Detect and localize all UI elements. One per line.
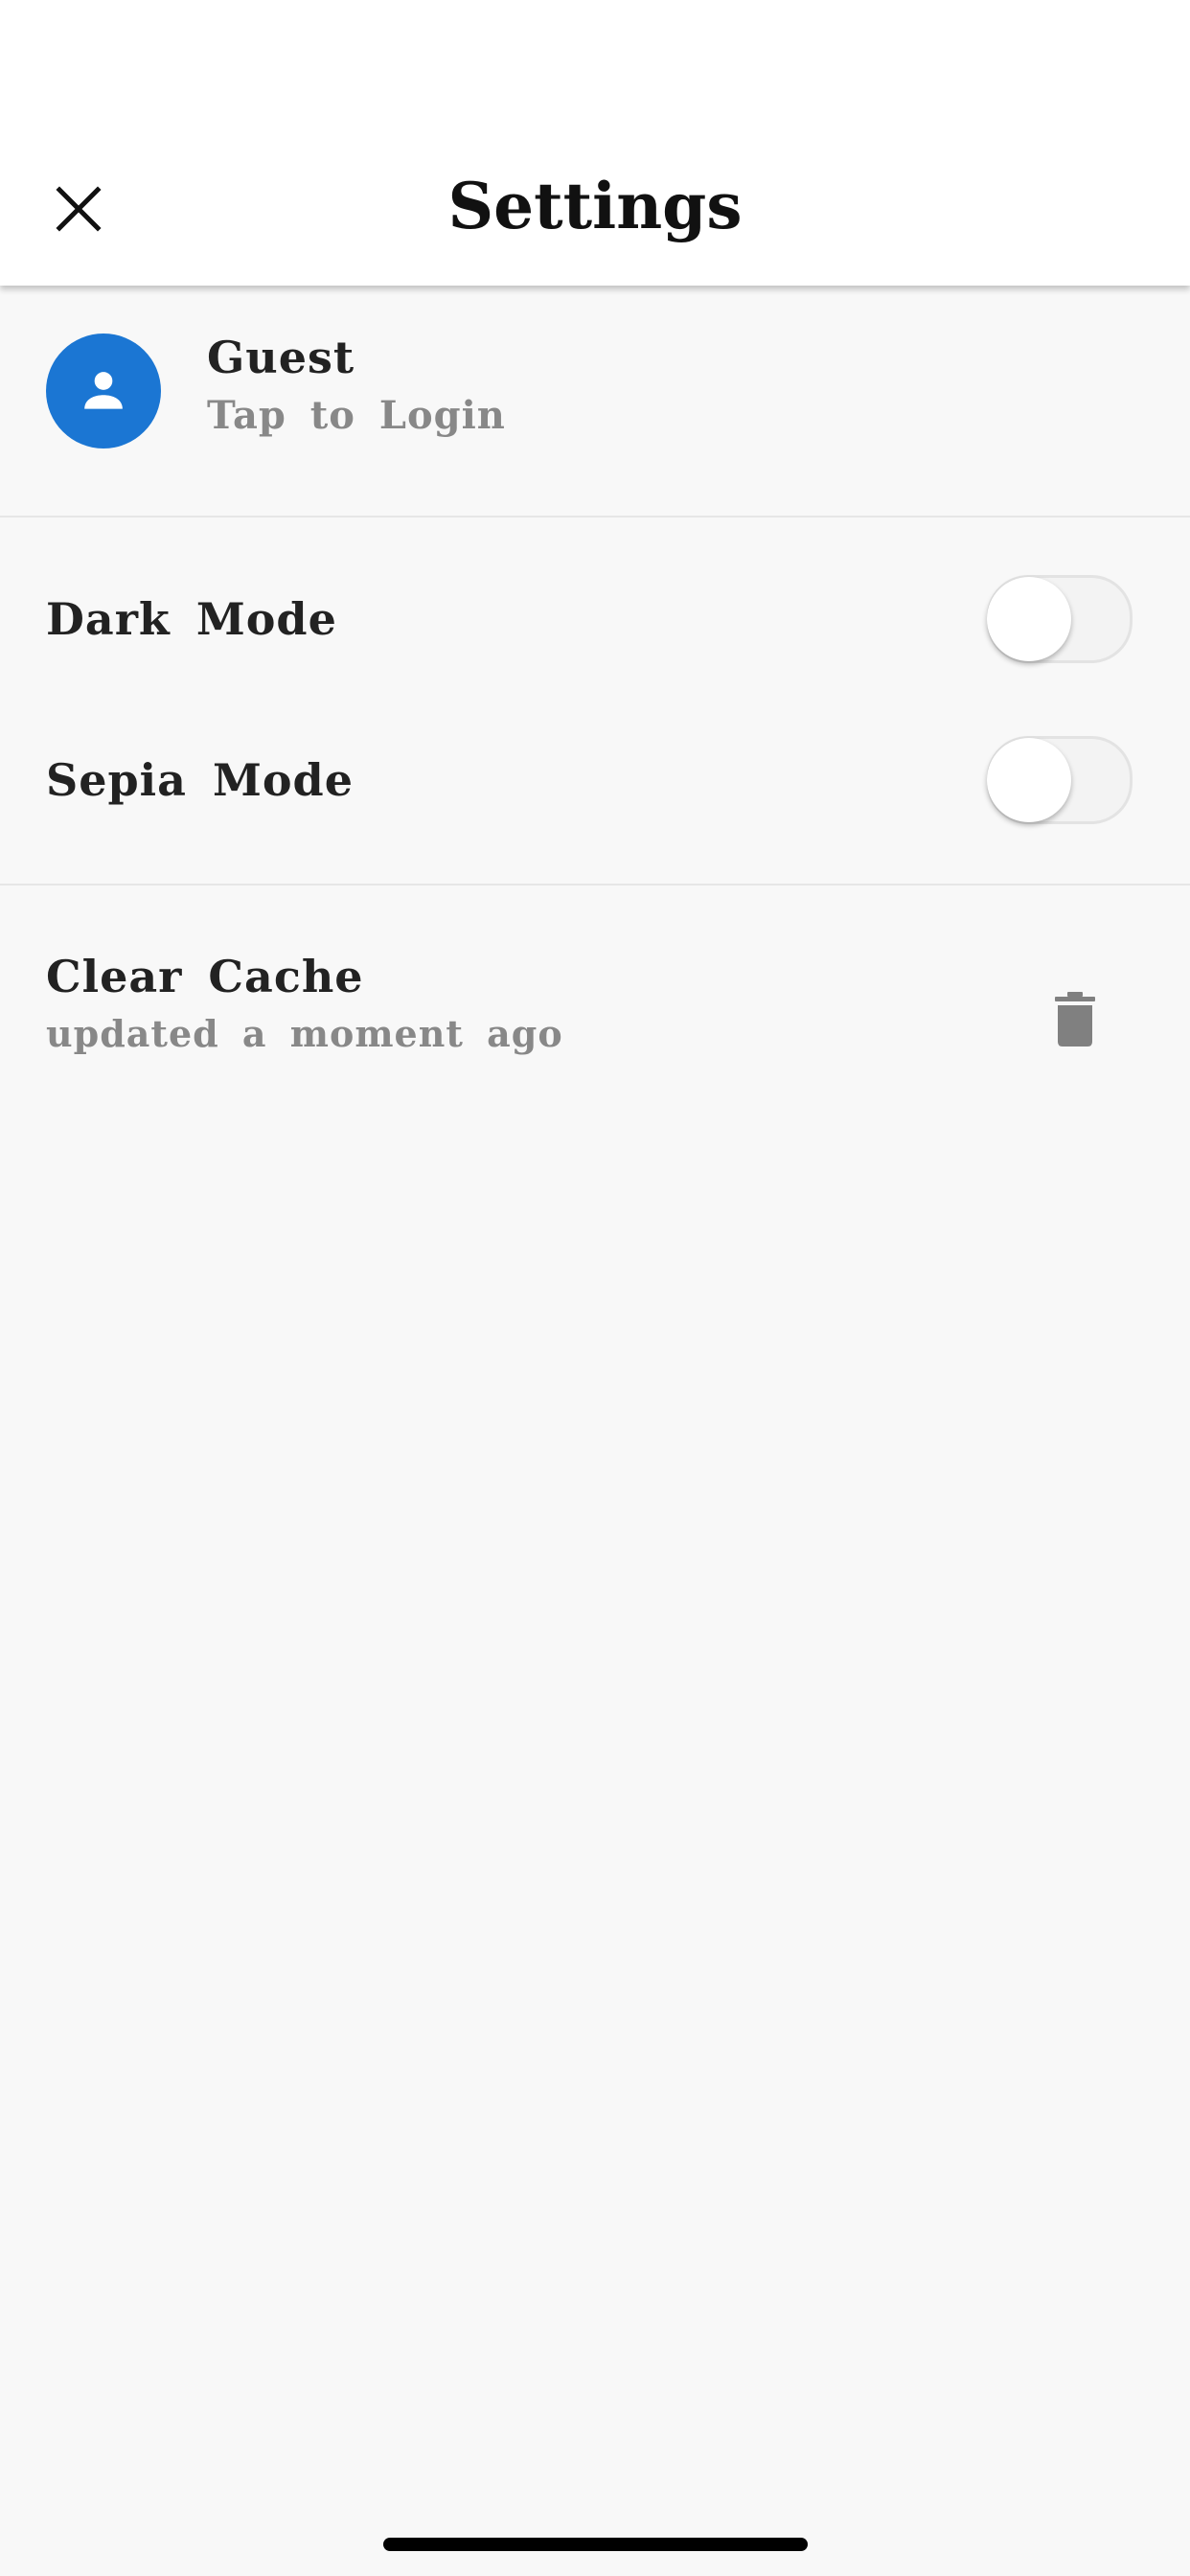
section-divider [0, 884, 1190, 886]
settings-screen: Settings Guest Tap to Login Dark Mode Se… [0, 0, 1190, 2576]
sepia-mode-row: Sepia Mode [0, 703, 1190, 857]
cache-updated-text: updated a moment ago [46, 1012, 563, 1055]
dark-mode-label: Dark Mode [46, 593, 337, 645]
login-prompt: Tap to Login [207, 393, 506, 438]
section-divider [0, 516, 1190, 518]
dark-mode-row: Dark Mode [0, 542, 1190, 696]
trash-icon [1055, 992, 1095, 1046]
profile-row[interactable]: Guest Tap to Login [0, 288, 1190, 516]
profile-name: Guest [207, 332, 355, 383]
avatar [46, 334, 161, 448]
home-indicator[interactable] [383, 2538, 808, 2551]
clear-cache-button[interactable] [1035, 979, 1115, 1060]
clear-cache-row: Clear Cache updated a moment ago [0, 891, 1190, 1131]
toggle-knob [987, 577, 1071, 661]
person-icon [84, 372, 123, 409]
dark-mode-toggle[interactable] [987, 575, 1133, 663]
clear-cache-label: Clear Cache [46, 951, 364, 1002]
header-bar: Settings [0, 0, 1190, 286]
sepia-mode-toggle[interactable] [987, 736, 1133, 824]
toggle-knob [987, 738, 1071, 822]
page-title: Settings [447, 169, 743, 243]
sepia-mode-label: Sepia Mode [46, 754, 354, 806]
